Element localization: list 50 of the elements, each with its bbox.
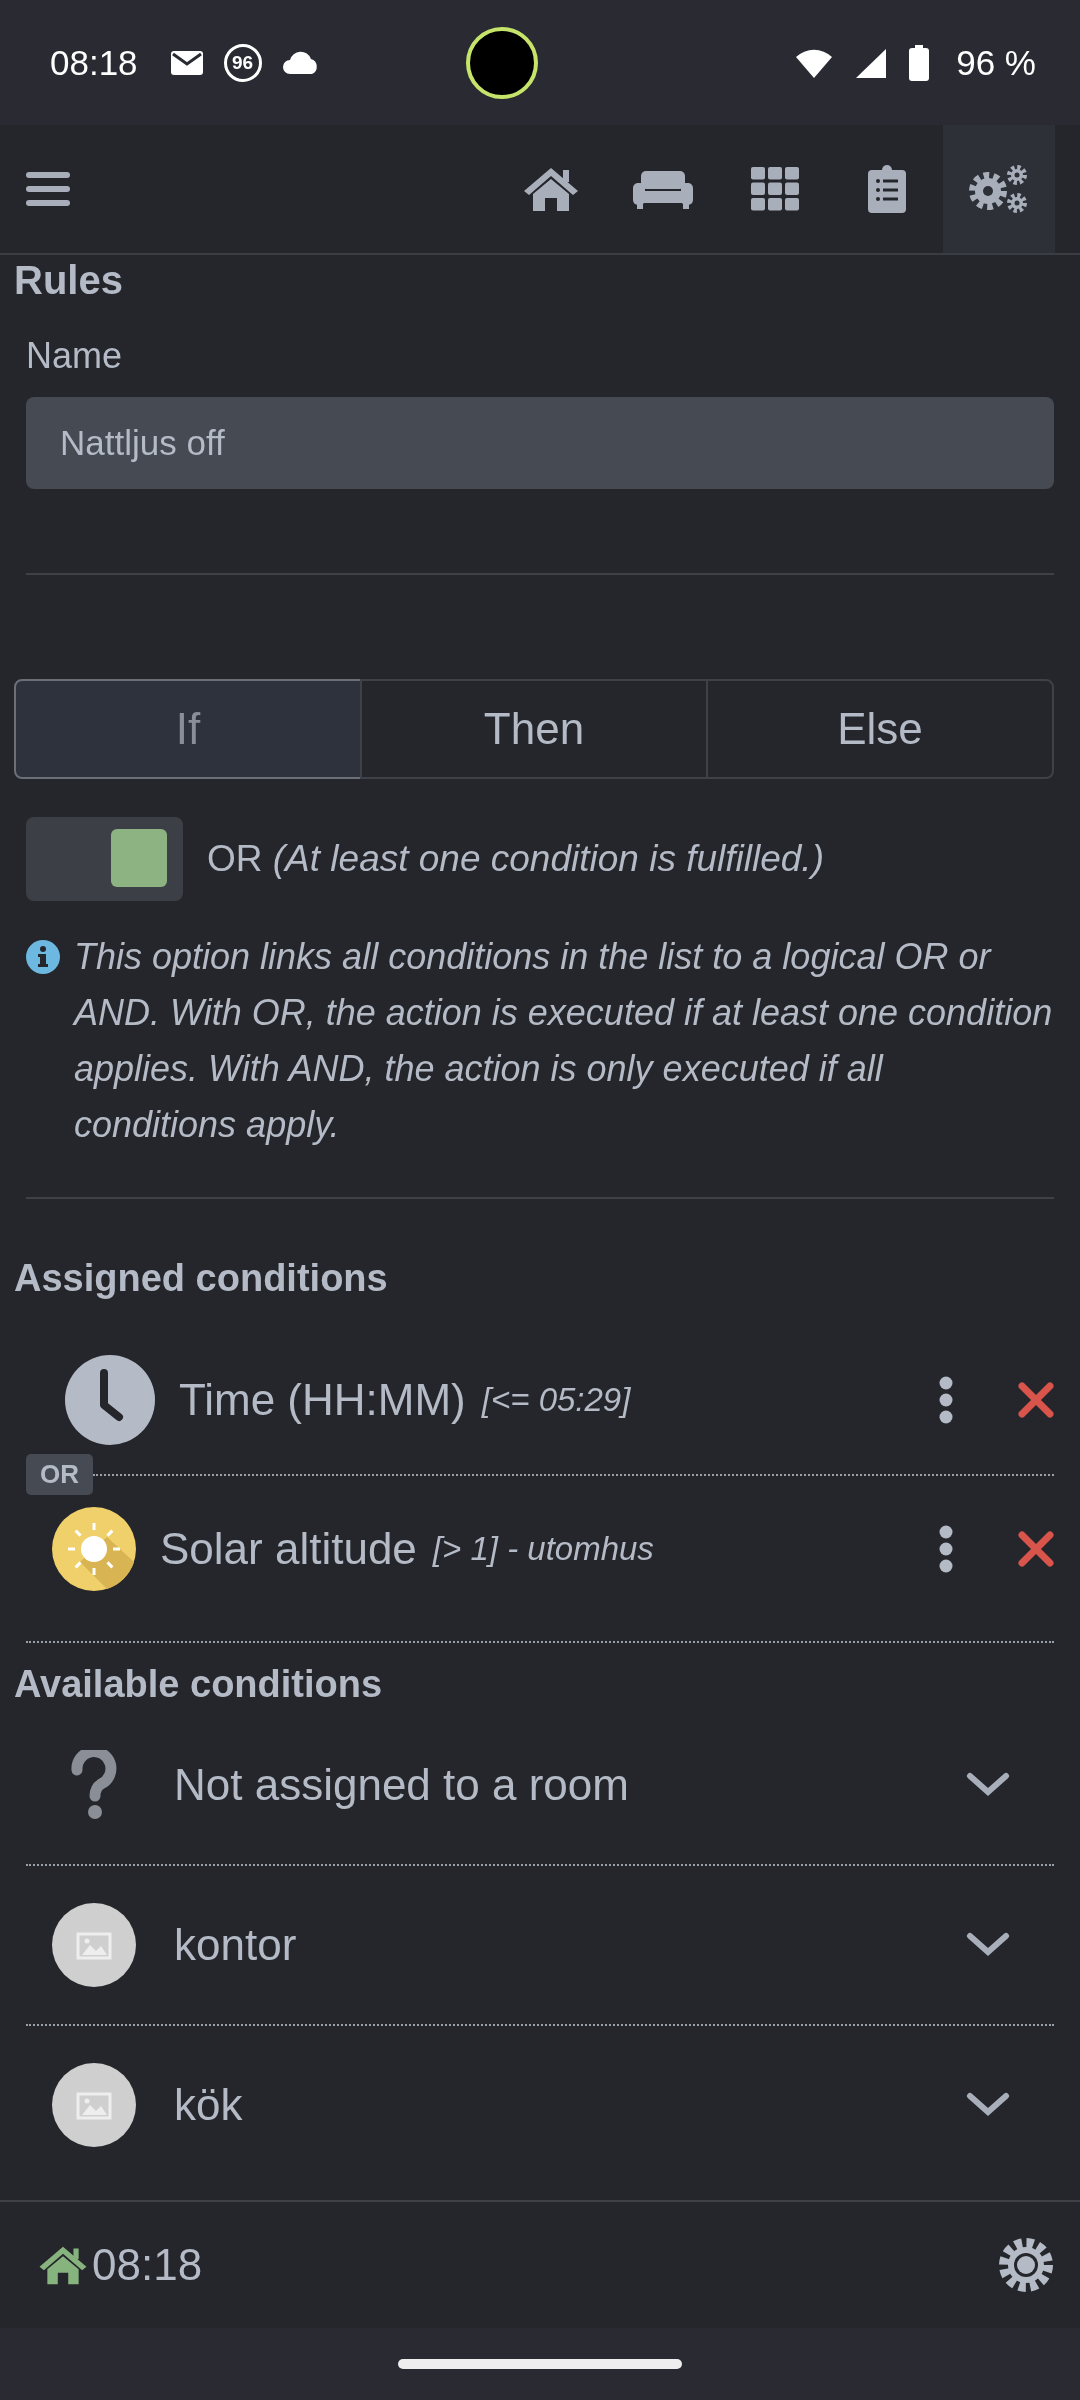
condition-name: Time (HH:MM) [179, 1375, 466, 1425]
more-icon[interactable] [938, 1525, 954, 1573]
question-icon [71, 1750, 117, 1820]
condition-detail: [> 1] - utomhus [432, 1530, 654, 1568]
sun-icon [52, 1507, 136, 1591]
chevron-down-icon [966, 1772, 1010, 1798]
home-icon [38, 2245, 88, 2285]
field-label: Name [26, 335, 124, 377]
room-row[interactable]: Not assigned to a room [14, 1706, 1054, 1864]
info-text: This option links all conditions in the list to a logical OR or AND. With OR, the action is executed if at least one condition applies. With AND, the action is only executed if all conditions apply. [74, 935, 1054, 1147]
clock-text: 08:18 [50, 42, 138, 83]
nav-tab[interactable] [943, 125, 1055, 253]
room-row[interactable]: kontor [14, 1866, 1054, 2024]
toggle-label: OR (At least one condition is fulfilled.) [207, 838, 824, 880]
more-icon[interactable] [938, 1376, 954, 1424]
chevron-down-icon [966, 2092, 1010, 2118]
condition-detail: [<= 05:29] [481, 1381, 631, 1419]
mail-icon [169, 49, 204, 76]
image-placeholder-icon [52, 1903, 136, 1987]
brightness-icon[interactable] [998, 2237, 1054, 2293]
battery-icon [908, 44, 931, 81]
close-icon[interactable] [1018, 1382, 1054, 1418]
grid-icon [751, 167, 799, 211]
footer-time: 08:18 [92, 2240, 203, 2290]
page-title: Rules [14, 257, 124, 303]
menu-icon[interactable] [26, 170, 70, 208]
name-field[interactable]: Nattljus off [26, 397, 1054, 489]
close-icon[interactable] [1018, 1531, 1054, 1567]
condition-name: Solar altitude [160, 1524, 417, 1574]
signal-icon [854, 46, 889, 79]
toggle-switch[interactable] [26, 817, 183, 901]
cloud-icon [281, 50, 320, 75]
section-heading: Available conditions [14, 1663, 384, 1706]
tab[interactable]: Then [360, 679, 708, 779]
tab[interactable]: If [14, 679, 362, 779]
image-placeholder-icon [52, 2063, 136, 2147]
room-row[interactable]: kök [14, 2026, 1054, 2184]
connector-badge: OR [26, 1454, 93, 1495]
info-icon [26, 940, 60, 974]
clock-icon [65, 1355, 155, 1445]
notification-badge: 96 [223, 43, 262, 82]
clipboard-icon [868, 165, 906, 213]
camera-cutout-icon [464, 25, 539, 100]
tab[interactable]: Else [706, 679, 1054, 779]
home-icon [523, 166, 579, 212]
chevron-down-icon [966, 1932, 1010, 1958]
sofa-icon [633, 169, 693, 209]
gears-icon [968, 164, 1030, 214]
battery-text: 96 % [956, 42, 1036, 83]
section-heading: Assigned conditions [14, 1257, 389, 1300]
